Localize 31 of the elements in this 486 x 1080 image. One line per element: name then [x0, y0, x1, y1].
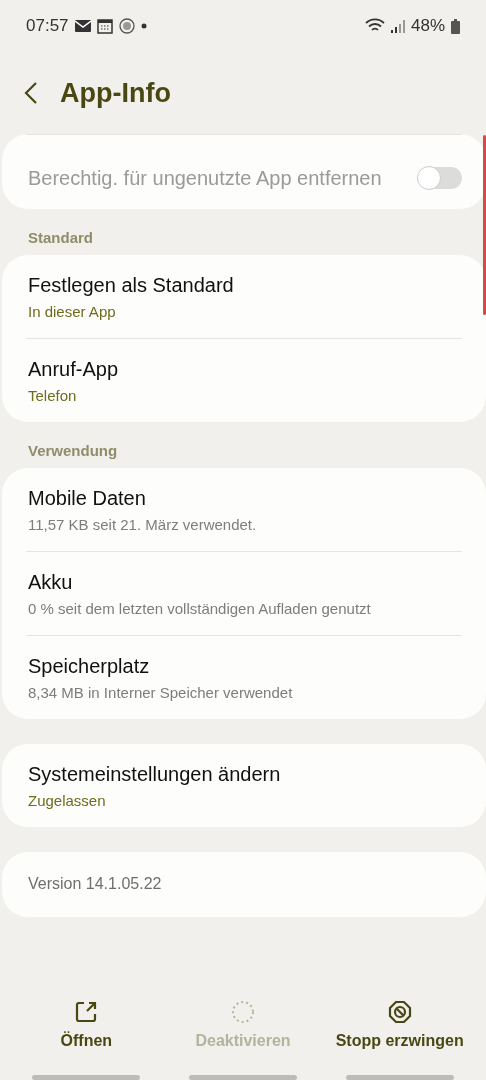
crest-icon — [118, 18, 135, 34]
setting-title[interactable]: Speicherplatz — [26, 653, 462, 679]
setting-summary: 11,57 KB seit 21. März verwendet. — [27, 516, 258, 533]
action-button[interactable]: Öffnen — [54, 970, 119, 1059]
page-title: App-Info — [60, 77, 171, 109]
back-icon[interactable] — [24, 81, 38, 105]
calendar-icon — [96, 18, 113, 34]
section-heading: Verwendung — [27, 441, 119, 461]
stop-icon — [387, 1000, 412, 1024]
version-text: Version 14.1.05.22 — [27, 874, 163, 894]
action-button[interactable]: Stopp erzwingen — [329, 970, 470, 1059]
setting-summary: 0 % seit dem letzten vollständigen Aufladen genutzt — [27, 600, 372, 617]
setting-title[interactable]: Mobile Daten — [26, 485, 462, 511]
dot-icon — [140, 23, 147, 29]
setting-summary: Telefon — [27, 387, 78, 404]
setting-title[interactable]: Festlegen als Standard — [26, 272, 462, 298]
setting-summary: 8,34 MB in Interner Speicher verwendet — [27, 684, 294, 701]
setting-title: Berechtig. für ungenutzte App entfernen — [27, 166, 383, 191]
dotted-circle-icon — [231, 1000, 255, 1024]
signal-icon — [390, 19, 405, 33]
setting-summary: In dieser App — [27, 303, 117, 320]
setting-title[interactable]: Anruf-App — [26, 356, 462, 382]
battery-icon — [451, 18, 460, 34]
setting-title[interactable]: Akku — [26, 569, 462, 595]
mail-icon — [74, 20, 91, 32]
section-heading: Standard — [27, 228, 94, 248]
battery-percent: 48% — [410, 16, 445, 36]
setting-title[interactable]: Systemeinstellungen ändern — [26, 761, 462, 787]
setting-summary: Zugelassen — [27, 792, 107, 809]
external-link-icon — [74, 1000, 99, 1024]
clock: 07:57 — [26, 16, 69, 36]
